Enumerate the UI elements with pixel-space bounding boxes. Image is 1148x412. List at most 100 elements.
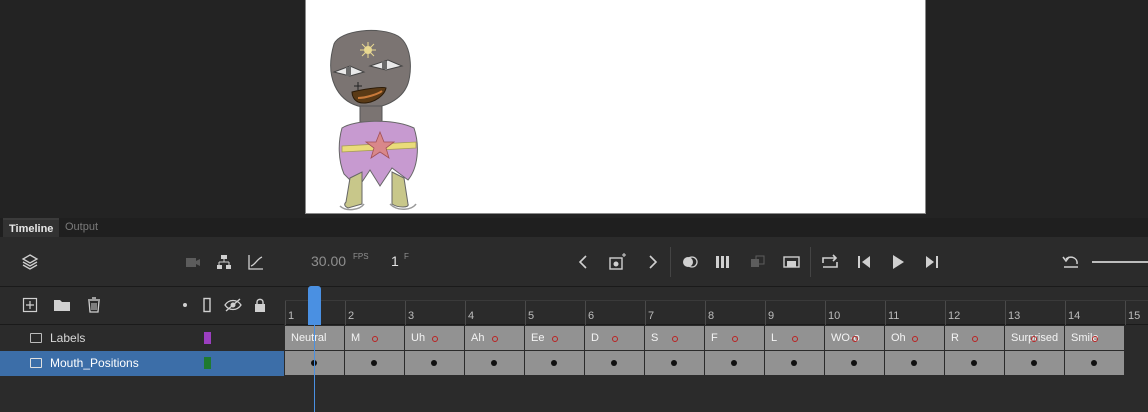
keyframe-dot-icon bbox=[731, 360, 737, 366]
label-marker-icon bbox=[432, 336, 438, 342]
keyframe-cell[interactable] bbox=[945, 351, 1005, 375]
ruler-frame-number: 12 bbox=[948, 310, 961, 322]
frame-label-cell[interactable]: D bbox=[585, 326, 645, 350]
frame-label-cell[interactable]: M bbox=[345, 326, 405, 350]
keyframe-dot-icon bbox=[791, 360, 797, 366]
step-back-icon[interactable] bbox=[854, 253, 874, 271]
layer-row-mouth-positions[interactable]: Mouth_Positions bbox=[0, 351, 284, 376]
ruler-frame-number: 14 bbox=[1068, 310, 1081, 322]
frame-label-cell[interactable]: R bbox=[945, 326, 1005, 350]
ruler-tick bbox=[1065, 301, 1066, 325]
frame-label-cell[interactable]: WO-o bbox=[825, 326, 885, 350]
keyframe-dot-icon bbox=[851, 360, 857, 366]
frame-label-text: M bbox=[351, 332, 361, 344]
keyframe-cell[interactable] bbox=[585, 351, 645, 375]
frame-grid[interactable]: Neutral M Uh Ah Ee D S F L WO-o Oh R Surprised Smile bbox=[285, 326, 1148, 376]
graph-icon[interactable] bbox=[246, 253, 266, 271]
ruler-frame-number: 7 bbox=[648, 310, 655, 322]
label-marker-icon bbox=[1092, 336, 1098, 342]
frame-label-text: S bbox=[651, 332, 659, 344]
frame-label-text: Oh bbox=[891, 332, 906, 344]
ruler-tick bbox=[525, 301, 526, 325]
tab-output[interactable]: Output bbox=[59, 218, 104, 237]
keyframe-dot-icon bbox=[611, 360, 617, 366]
frame-label-cell[interactable]: Oh bbox=[885, 326, 945, 350]
keyframe-cell[interactable] bbox=[765, 351, 825, 375]
current-frame-value[interactable]: 1 bbox=[391, 253, 399, 269]
keyframe-cell[interactable] bbox=[345, 351, 405, 375]
ruler-frame-number: 9 bbox=[768, 310, 775, 322]
layer-row-labels[interactable]: Labels bbox=[0, 326, 284, 351]
ruler-frame-number: 10 bbox=[828, 310, 841, 322]
insert-keyframe-icon[interactable] bbox=[608, 253, 628, 271]
hide-icon[interactable] bbox=[223, 297, 243, 315]
stage-area bbox=[0, 0, 1148, 218]
keyframe-cell[interactable] bbox=[1005, 351, 1065, 375]
layers-icon[interactable] bbox=[20, 253, 40, 271]
keyframe-cell[interactable] bbox=[285, 351, 345, 375]
keyframe-dot-icon bbox=[1091, 360, 1097, 366]
lock-icon[interactable] bbox=[250, 297, 270, 315]
keyframe-cell[interactable] bbox=[1065, 351, 1125, 375]
hierarchy-icon[interactable] bbox=[214, 253, 234, 271]
trash-icon[interactable] bbox=[84, 297, 104, 315]
label-marker-icon bbox=[792, 336, 798, 342]
ruler-tick bbox=[345, 301, 346, 325]
toolbar-divider bbox=[810, 247, 811, 277]
edit-multiple-frames-icon[interactable] bbox=[714, 253, 734, 271]
ruler-tick bbox=[945, 301, 946, 325]
onion-skin-icon[interactable] bbox=[680, 253, 700, 271]
camera-icon[interactable] bbox=[183, 253, 203, 271]
loop-icon[interactable] bbox=[820, 253, 840, 271]
keyframe-cell[interactable] bbox=[525, 351, 585, 375]
step-forward-icon[interactable] bbox=[922, 253, 942, 271]
frame-label-cell[interactable]: Ah bbox=[465, 326, 525, 350]
frame-label-cell[interactable]: Ee bbox=[525, 326, 585, 350]
frame-label-text: Ee bbox=[531, 332, 545, 344]
keyframe-cell[interactable] bbox=[405, 351, 465, 375]
playhead[interactable] bbox=[308, 286, 321, 325]
stage-canvas[interactable] bbox=[305, 0, 926, 214]
keyframe-dot-icon bbox=[491, 360, 497, 366]
fps-value[interactable]: 30.00 bbox=[311, 253, 346, 269]
frame-label-cell[interactable]: Uh bbox=[405, 326, 465, 350]
frame-label-cell[interactable]: Surprised bbox=[1005, 326, 1065, 350]
layer-color-swatch[interactable] bbox=[204, 332, 211, 344]
convert-frames-icon[interactable] bbox=[748, 253, 768, 271]
play-icon[interactable] bbox=[888, 253, 908, 271]
keyframe-dot-icon bbox=[911, 360, 917, 366]
new-folder-icon[interactable] bbox=[52, 297, 72, 315]
ruler-tick bbox=[885, 301, 886, 325]
layer-name[interactable]: Labels bbox=[50, 326, 85, 351]
outline-icon[interactable] bbox=[197, 297, 217, 315]
highlight-dot-icon[interactable] bbox=[175, 297, 195, 315]
ruler-frame-number: 3 bbox=[408, 310, 415, 322]
keyframe-cell[interactable] bbox=[705, 351, 765, 375]
keyframe-cell[interactable] bbox=[465, 351, 525, 375]
ruler-frame-number: 4 bbox=[468, 310, 475, 322]
layer-tools-row bbox=[0, 287, 284, 325]
keyframe-dot-icon bbox=[551, 360, 557, 366]
frame-label-cell[interactable]: F bbox=[705, 326, 765, 350]
zoom-slider[interactable] bbox=[1092, 261, 1148, 263]
keyframe-cell[interactable] bbox=[825, 351, 885, 375]
layer-color-swatch[interactable] bbox=[204, 357, 211, 369]
tab-timeline[interactable]: Timeline bbox=[3, 218, 60, 237]
frame-span-icon[interactable] bbox=[782, 253, 802, 271]
frame-label-cell[interactable]: Neutral bbox=[285, 326, 345, 350]
undo-icon[interactable] bbox=[1061, 253, 1081, 271]
chevron-left-icon[interactable] bbox=[574, 253, 594, 271]
ruler-tick bbox=[585, 301, 586, 325]
chevron-right-icon[interactable] bbox=[642, 253, 662, 271]
timeline-toolbar: 30.00 FPS 1 F bbox=[0, 237, 1148, 287]
keyframe-cell[interactable] bbox=[885, 351, 945, 375]
frame-label-cell[interactable]: S bbox=[645, 326, 705, 350]
frame-ruler[interactable]: 1 2 3 4 5 6 7 8 9 10 11 12 13 14 15 bbox=[285, 287, 1148, 325]
ruler-tick bbox=[405, 301, 406, 325]
frame-label-cell[interactable]: Smile bbox=[1065, 326, 1125, 350]
layer-name[interactable]: Mouth_Positions bbox=[50, 351, 139, 376]
keyframe-cell[interactable] bbox=[645, 351, 705, 375]
frame-label-cell[interactable]: L bbox=[765, 326, 825, 350]
ruler-top-band bbox=[285, 287, 1148, 301]
new-layer-icon[interactable] bbox=[20, 297, 40, 315]
